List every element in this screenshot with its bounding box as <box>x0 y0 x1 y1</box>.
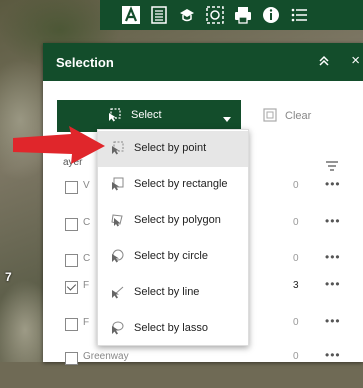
point-select-icon <box>110 141 124 158</box>
more-options-icon[interactable]: ••• <box>325 277 341 291</box>
layer-name: V <box>83 180 90 191</box>
red-pointer-arrow <box>13 126 105 169</box>
menu-item-label: Select by line <box>134 286 200 298</box>
more-options-icon[interactable]: ••• <box>325 348 341 362</box>
layer-checkbox[interactable] <box>65 254 78 267</box>
layer-name: Greenway <box>83 351 129 362</box>
layer-name: F <box>83 280 90 291</box>
layer-checkbox[interactable] <box>65 181 78 194</box>
menu-item-label: Select by circle <box>134 250 208 262</box>
clear-selection-icon <box>263 107 277 125</box>
layer-checkbox[interactable] <box>65 218 78 231</box>
chevron-down-icon <box>223 113 231 125</box>
layer-name: C <box>83 217 91 228</box>
panel-header: Selection × <box>43 43 363 81</box>
menu-item-select-by-point[interactable]: Select by point <box>98 131 248 167</box>
top-toolbar <box>100 0 363 30</box>
layer-name: F <box>83 317 90 328</box>
layer-count: 0 <box>293 351 299 362</box>
circle-select-icon <box>110 249 124 266</box>
menu-item-select-by-polygon[interactable]: Select by polygon <box>98 203 248 239</box>
more-options-icon[interactable]: ••• <box>325 250 341 264</box>
layer-count: 0 <box>293 253 299 264</box>
menu-item-select-by-rectangle[interactable]: Select by rectangle <box>98 167 248 203</box>
basemap-icon[interactable] <box>118 2 144 28</box>
layer-checkbox[interactable] <box>65 352 78 365</box>
line-select-icon <box>110 285 124 302</box>
layer-count: 0 <box>293 180 299 191</box>
layer-checkbox[interactable] <box>65 281 78 294</box>
close-icon[interactable]: × <box>351 53 360 68</box>
legend-icon[interactable] <box>174 2 200 28</box>
layer-count: 3 <box>293 280 299 291</box>
layers-icon[interactable] <box>146 2 172 28</box>
layer-name: C <box>83 253 91 264</box>
filter-icon[interactable] <box>325 160 339 175</box>
list-icon[interactable] <box>286 2 312 28</box>
clear-button[interactable]: Clear <box>263 100 311 132</box>
select-button-label: Select <box>131 109 162 121</box>
clear-button-label: Clear <box>285 110 312 122</box>
map-label: 7 <box>5 270 12 284</box>
print-icon[interactable] <box>230 2 256 28</box>
menu-item-label: Select by lasso <box>134 322 208 334</box>
layer-row[interactable]: Greenway 0 ••• <box>43 348 363 388</box>
select-dropdown-menu: Select by point Select by rectangle Sele… <box>97 129 249 346</box>
layer-count: 0 <box>293 217 299 228</box>
select-tool-icon[interactable] <box>202 2 228 28</box>
more-options-icon[interactable]: ••• <box>325 314 341 328</box>
menu-item-select-by-lasso[interactable]: Select by lasso <box>98 311 248 347</box>
layer-count: 0 <box>293 317 299 328</box>
collapse-icon[interactable] <box>318 55 330 70</box>
menu-item-label: Select by point <box>134 142 207 154</box>
polygon-select-icon <box>110 213 124 230</box>
menu-item-label: Select by polygon <box>134 214 221 226</box>
more-options-icon[interactable]: ••• <box>325 177 341 191</box>
info-icon[interactable] <box>258 2 284 28</box>
layer-checkbox[interactable] <box>65 318 78 331</box>
menu-item-select-by-circle[interactable]: Select by circle <box>98 239 248 275</box>
more-options-icon[interactable]: ••• <box>325 214 341 228</box>
select-tool-icon <box>107 108 121 125</box>
lasso-select-icon <box>110 321 124 338</box>
rectangle-select-icon <box>110 177 124 194</box>
panel-title: Selection <box>56 54 114 70</box>
menu-item-label: Select by rectangle <box>134 178 228 190</box>
menu-item-select-by-line[interactable]: Select by line <box>98 275 248 311</box>
